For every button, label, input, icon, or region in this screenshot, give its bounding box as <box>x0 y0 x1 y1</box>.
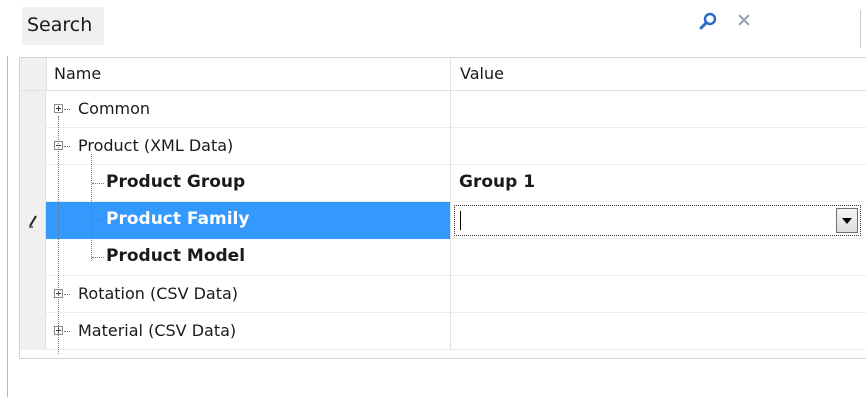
name-cell[interactable]: Product Group <box>46 165 450 202</box>
grid-row-rotation[interactable]: Rotation (CSV Data) <box>20 276 866 313</box>
column-header-name[interactable]: Name <box>54 64 101 83</box>
row-gutter <box>20 313 46 350</box>
row-gutter <box>20 276 46 313</box>
row-gutter <box>20 91 46 128</box>
property-label: Product Group <box>106 172 246 192</box>
pencil-icon <box>27 214 39 233</box>
tree-connector <box>64 294 70 295</box>
product-family-dropdown[interactable] <box>454 205 861 236</box>
value-cell[interactable] <box>450 313 866 350</box>
value-cell[interactable] <box>450 202 866 239</box>
tree-connector <box>92 183 104 184</box>
category-label: Common <box>78 99 151 118</box>
value-cell[interactable] <box>450 91 866 128</box>
grid-row-product-model[interactable]: Product Model <box>20 239 866 276</box>
close-icon[interactable] <box>736 12 752 32</box>
grid-row-material[interactable]: Material (CSV Data) <box>20 313 866 350</box>
row-gutter <box>20 202 46 239</box>
name-cell[interactable]: Material (CSV Data) <box>46 313 450 350</box>
grid-row-product-family[interactable]: Product Family <box>20 202 866 239</box>
property-label: Product Family <box>106 209 250 229</box>
tree-connector <box>92 257 104 258</box>
value-cell[interactable] <box>450 276 866 313</box>
category-label: Rotation (CSV Data) <box>78 284 239 303</box>
toolbar-divider <box>860 10 861 48</box>
name-cell[interactable]: Product Model <box>46 239 450 276</box>
property-grid: Name Value Common Product (XML Data) Pro… <box>19 57 866 359</box>
row-gutter <box>20 239 46 276</box>
name-cell[interactable]: Rotation (CSV Data) <box>46 276 450 313</box>
search-label: Search <box>22 7 104 45</box>
category-label: Material (CSV Data) <box>78 321 237 340</box>
name-cell[interactable]: Common <box>46 91 450 128</box>
property-grid-panel: Name Value Common Product (XML Data) Pro… <box>7 50 866 397</box>
chevron-down-icon <box>842 218 852 224</box>
category-label: Product (XML Data) <box>78 136 234 155</box>
search-icon[interactable] <box>699 12 719 36</box>
tree-connector <box>64 109 70 110</box>
grid-row-product[interactable]: Product (XML Data) <box>20 128 866 165</box>
text-caret <box>460 211 461 230</box>
search-bar: Search <box>0 0 866 48</box>
search-input[interactable] <box>104 7 694 45</box>
grid-row-product-group[interactable]: Product Group Group 1 <box>20 165 866 202</box>
grid-row-common[interactable]: Common <box>20 91 866 128</box>
column-header-value[interactable]: Value <box>460 64 504 83</box>
value-cell[interactable]: Group 1 <box>450 165 866 202</box>
dropdown-button[interactable] <box>836 208 858 233</box>
tree-connector <box>64 331 70 332</box>
tree-guide <box>58 116 59 354</box>
row-gutter <box>20 165 46 202</box>
column-separator[interactable] <box>450 58 451 90</box>
name-cell[interactable]: Product Family <box>46 202 450 239</box>
value-cell[interactable] <box>450 239 866 276</box>
row-gutter <box>20 128 46 165</box>
property-label: Product Model <box>106 246 246 266</box>
tree-guide <box>91 154 92 261</box>
tree-connector <box>92 220 104 221</box>
expand-icon[interactable] <box>54 104 63 113</box>
header-gutter <box>20 58 47 90</box>
name-cell[interactable]: Product (XML Data) <box>46 128 450 165</box>
grid-header: Name Value <box>20 58 866 91</box>
tree-connector <box>64 146 70 147</box>
value-cell[interactable] <box>450 128 866 165</box>
property-value: Group 1 <box>459 172 536 192</box>
